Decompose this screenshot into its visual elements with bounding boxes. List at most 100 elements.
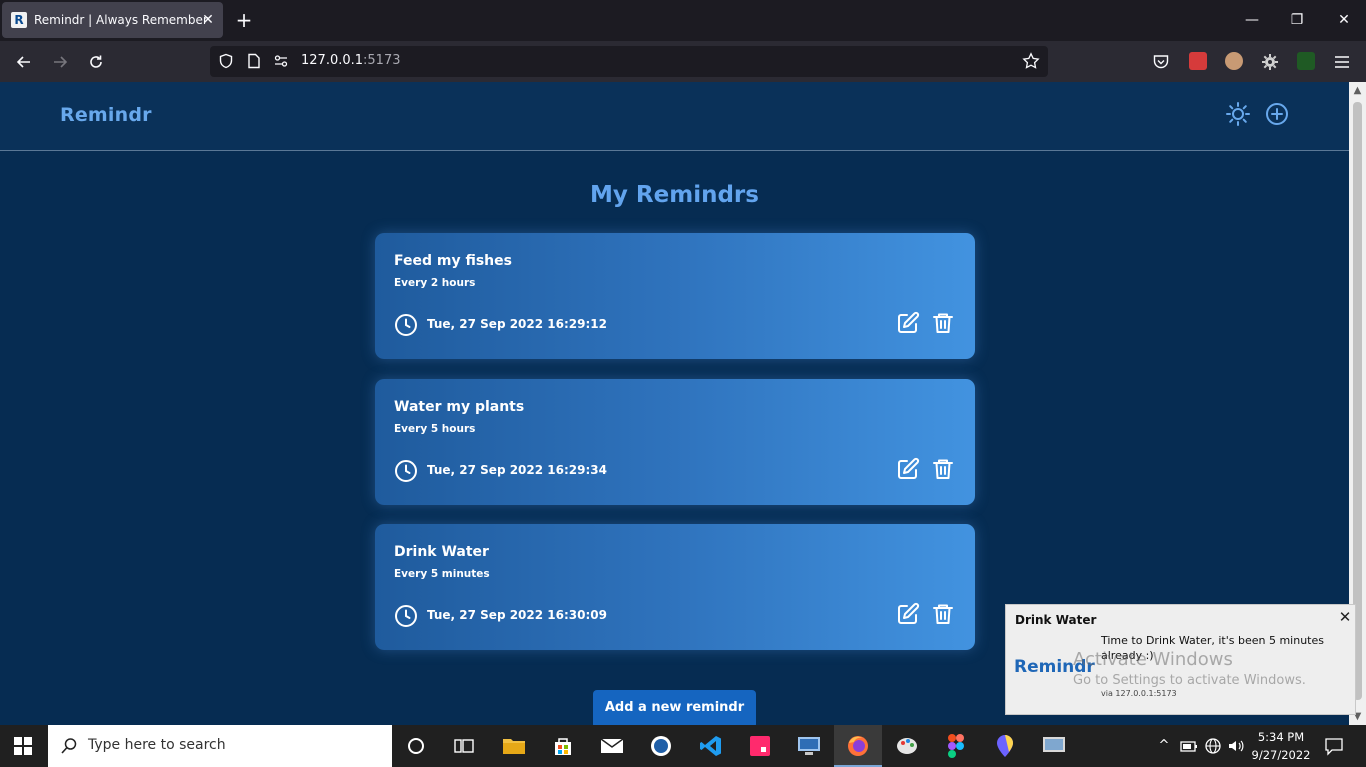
browser-tab-active[interactable]: R Remindr | Always Remember ✕ <box>2 2 223 38</box>
extension-avatar-icon[interactable] <box>1225 52 1243 70</box>
extension-green-icon[interactable] <box>1297 52 1315 70</box>
hamburger-menu-icon <box>1335 56 1349 68</box>
reminder-title: Drink Water <box>394 544 489 560</box>
app-w-icon <box>651 736 671 756</box>
trash-icon[interactable] <box>931 602 955 626</box>
url-port: :5173 <box>363 53 401 68</box>
tab-title: Remindr | Always Remember <box>34 13 208 27</box>
clock-icon <box>395 460 417 482</box>
paint-button[interactable] <box>893 732 921 760</box>
app-menu-button[interactable] <box>1330 50 1354 74</box>
remote-desktop-button[interactable] <box>795 732 823 760</box>
taskbar-search-box[interactable]: Type here to search <box>48 725 392 767</box>
edit-icon[interactable] <box>896 457 920 481</box>
system-app-button[interactable] <box>1040 732 1068 760</box>
network-globe-icon[interactable] <box>1204 737 1222 755</box>
reminder-card: Drink Water Every 5 minutes Tue, 27 Sep … <box>375 524 975 650</box>
vscode-button[interactable] <box>697 732 725 760</box>
vscode-icon <box>700 736 721 756</box>
trash-icon[interactable] <box>931 457 955 481</box>
firefox-button[interactable] <box>844 732 872 760</box>
cortana-button[interactable] <box>402 732 430 760</box>
browser-tab-strip: R Remindr | Always Remember ✕ + — ❐ ✕ <box>0 0 1366 41</box>
url-host: 127.0.0.1 <box>301 53 364 68</box>
cortana-circle-icon <box>408 738 424 754</box>
add-reminder-plus-icon[interactable] <box>1264 101 1290 127</box>
file-explorer-button[interactable] <box>500 732 528 760</box>
forward-button[interactable] <box>48 50 72 74</box>
search-icon <box>61 738 77 754</box>
new-tab-button[interactable]: + <box>233 9 255 31</box>
extension-red-icon[interactable] <box>1189 52 1207 70</box>
mail-envelope-icon <box>600 738 624 753</box>
store-bag-icon <box>555 738 571 755</box>
pocket-icon <box>1153 55 1169 69</box>
notification-source: via 127.0.0.1:5173 <box>1101 689 1177 698</box>
reminder-frequency: Every 2 hours <box>394 277 476 289</box>
notification-close-icon[interactable]: ✕ <box>1337 609 1353 625</box>
mail-button[interactable] <box>598 732 626 760</box>
page-icon[interactable] <box>245 52 263 70</box>
shield-icon[interactable] <box>217 52 235 70</box>
volume-speaker-icon[interactable] <box>1227 737 1245 755</box>
monitor-icon <box>798 737 820 755</box>
bookmark-star-icon[interactable] <box>1022 52 1040 70</box>
figma-icon <box>948 734 964 758</box>
reminder-time: Tue, 27 Sep 2022 16:29:12 <box>427 317 607 331</box>
app-header: Remindr <box>0 82 1349 151</box>
edit-icon[interactable] <box>896 602 920 626</box>
battery-icon[interactable] <box>1180 737 1198 755</box>
map-pin-icon <box>997 735 1013 757</box>
windows-start-icon[interactable] <box>14 737 32 755</box>
trash-icon[interactable] <box>931 311 955 335</box>
store-button[interactable] <box>549 732 577 760</box>
maximize-button[interactable]: ❐ <box>1282 9 1312 31</box>
back-button[interactable] <box>12 50 36 74</box>
add-reminder-button[interactable]: Add a new remindr <box>593 690 756 725</box>
reminder-card: Water my plants Every 5 hours Tue, 27 Se… <box>375 379 975 505</box>
activate-windows-hint: Go to Settings to activate Windows. <box>1073 673 1306 688</box>
page-title: My Remindrs <box>590 182 759 208</box>
paint-palette-icon <box>897 738 917 754</box>
notification-title: Drink Water <box>1015 613 1097 627</box>
edit-icon[interactable] <box>896 311 920 335</box>
tray-chevron-up-icon[interactable]: ^ <box>1155 737 1173 755</box>
logo[interactable]: Remindr <box>60 104 152 126</box>
tab-close-icon[interactable]: ✕ <box>199 11 217 29</box>
permissions-icon[interactable] <box>272 52 290 70</box>
task-view-button[interactable] <box>450 732 478 760</box>
search-placeholder: Type here to search <box>88 737 226 753</box>
reload-button[interactable] <box>84 50 108 74</box>
maps-button[interactable] <box>991 732 1019 760</box>
reminder-frequency: Every 5 minutes <box>394 568 490 580</box>
url-bar[interactable]: 127.0.0.1:5173 <box>210 46 1048 77</box>
pocket-button[interactable] <box>1149 50 1173 74</box>
system-monitor-icon <box>1043 737 1065 752</box>
forward-arrow-icon <box>54 56 68 68</box>
gear-icon <box>1262 54 1278 70</box>
firefox-icon <box>848 736 868 756</box>
reload-icon <box>90 55 102 68</box>
theme-toggle-sun-icon[interactable] <box>1225 101 1251 127</box>
app-w-button[interactable] <box>647 732 675 760</box>
scroll-up-icon[interactable]: ▲ <box>1349 82 1366 99</box>
reminder-card: Feed my fishes Every 2 hours Tue, 27 Sep… <box>375 233 975 359</box>
close-window-button[interactable]: ✕ <box>1329 9 1359 31</box>
reminder-time: Tue, 27 Sep 2022 16:30:09 <box>427 608 607 622</box>
back-arrow-icon <box>16 56 30 68</box>
figma-button[interactable] <box>942 732 970 760</box>
clock-time: 5:34 PM <box>1257 730 1305 744</box>
activate-windows-watermark: Activate Windows <box>1073 649 1233 670</box>
pink-app-button[interactable] <box>746 732 774 760</box>
task-view-icon <box>454 739 474 753</box>
extension-gear-button[interactable] <box>1258 50 1282 74</box>
remindr-favicon-icon: R <box>11 12 27 28</box>
taskbar-clock[interactable]: 5:34 PM 9/27/2022 <box>1250 728 1312 764</box>
reminder-frequency: Every 5 hours <box>394 423 476 435</box>
notification-center-icon[interactable] <box>1324 736 1344 756</box>
reminder-time: Tue, 27 Sep 2022 16:29:34 <box>427 463 607 477</box>
reminder-title: Feed my fishes <box>394 253 512 269</box>
minimize-button[interactable]: — <box>1237 9 1267 31</box>
url-text[interactable]: 127.0.0.1:5173 <box>301 53 401 68</box>
pink-square-icon <box>750 736 770 756</box>
